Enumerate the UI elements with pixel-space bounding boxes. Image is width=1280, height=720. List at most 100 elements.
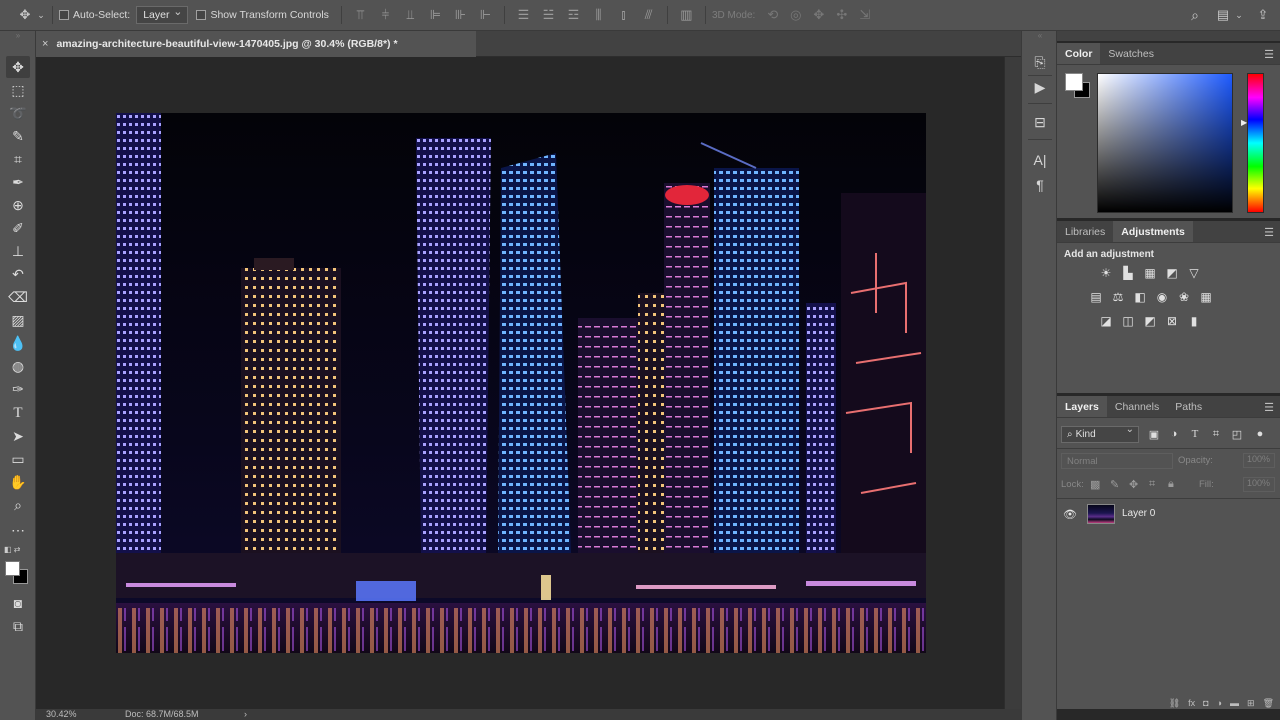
shape-filter-icon[interactable]: ⌗ xyxy=(1207,428,1225,444)
align-right-icon[interactable]: ⊩ xyxy=(473,7,498,23)
distribute-right-icon[interactable]: ⫻ xyxy=(636,7,661,23)
eyedropper-tool-icon[interactable]: ✒ xyxy=(6,171,30,193)
distribute-top-icon[interactable]: ☰ xyxy=(511,7,536,23)
panel-menu-icon[interactable]: ☰ xyxy=(1264,48,1274,61)
swap-colors-icon[interactable]: ◧ ⇄ xyxy=(4,545,20,554)
drag-3d-icon[interactable]: ✥ xyxy=(807,7,830,23)
properties-icon[interactable]: ⊟ xyxy=(1029,111,1051,133)
move-tool-icon[interactable]: ✥ xyxy=(14,4,36,26)
transform-controls-checkbox[interactable] xyxy=(196,10,207,20)
paragraph-icon[interactable]: ¶ xyxy=(1029,174,1051,196)
roll-3d-icon[interactable]: ◎ xyxy=(784,7,807,23)
rectangle-tool-icon[interactable]: ▭ xyxy=(6,448,30,470)
lock-all-icon[interactable]: 🔒︎ xyxy=(1168,478,1174,491)
quick-selection-tool-icon[interactable]: ✎ xyxy=(6,125,30,147)
screen-mode-icon[interactable]: ⧉ xyxy=(6,615,30,637)
selective-color-icon[interactable]: ⊠ xyxy=(1161,311,1183,331)
search-icon[interactable]: ⌕ xyxy=(1184,4,1206,26)
hue-saturation-icon[interactable]: ▤ xyxy=(1085,287,1107,307)
orbit-3d-icon[interactable]: ⟲ xyxy=(761,7,784,23)
levels-icon[interactable]: ▙ xyxy=(1117,263,1139,283)
zoom-level[interactable]: 30.42% xyxy=(46,709,77,719)
brightness-contrast-icon[interactable]: ☀ xyxy=(1095,263,1117,283)
channel-mixer-icon[interactable]: ❀ xyxy=(1173,287,1195,307)
pen-tool-icon[interactable]: ✑ xyxy=(6,378,30,400)
more-tools-icon[interactable]: ⋯ xyxy=(6,519,30,541)
share-icon[interactable]: ⇪ xyxy=(1252,4,1274,26)
panel-grip-icon[interactable]: » xyxy=(0,32,36,40)
opacity-input[interactable]: 100% xyxy=(1243,453,1275,468)
foreground-color-swatch[interactable] xyxy=(1065,73,1083,91)
auto-select-checkbox[interactable] xyxy=(59,10,69,20)
tab-channels[interactable]: Channels xyxy=(1107,396,1167,417)
hand-tool-icon[interactable]: ✋ xyxy=(6,471,30,493)
status-menu-arrow-icon[interactable]: › xyxy=(244,709,247,719)
move-tool-icon[interactable]: ✥ xyxy=(6,56,30,78)
posterize-icon[interactable]: ◫ xyxy=(1117,311,1139,331)
zoom-tool-icon[interactable]: ⌕ xyxy=(6,494,30,516)
photo-filter-icon[interactable]: ◉ xyxy=(1151,287,1173,307)
foreground-color-swatch[interactable] xyxy=(5,561,20,576)
new-group-icon[interactable]: ▬ xyxy=(1230,698,1239,709)
delete-layer-icon[interactable]: 🗑︎ xyxy=(1263,698,1274,709)
smart-object-filter-icon[interactable]: ◰ xyxy=(1228,428,1246,444)
chevron-down-icon[interactable]: ⌄ xyxy=(36,4,46,26)
actions-play-icon[interactable]: ▶ xyxy=(1029,76,1051,98)
chevron-down-icon[interactable]: ⌄ xyxy=(1234,4,1244,26)
scale-3d-icon[interactable]: ⇲ xyxy=(853,7,876,23)
exposure-icon[interactable]: ◩ xyxy=(1161,263,1183,283)
black-white-icon[interactable]: ◧ xyxy=(1129,287,1151,307)
invert-icon[interactable]: ◪ xyxy=(1095,311,1117,331)
add-mask-icon[interactable]: ◘ xyxy=(1203,698,1208,709)
layer-thumbnail[interactable] xyxy=(1087,504,1115,524)
adjustment-filter-icon[interactable]: ◑ xyxy=(1165,428,1183,444)
hue-slider[interactable] xyxy=(1247,73,1264,213)
curves-icon[interactable]: ▦ xyxy=(1139,263,1161,283)
panel-grip-icon[interactable]: « xyxy=(1022,32,1058,40)
panel-menu-icon[interactable]: ☰ xyxy=(1264,226,1274,239)
filter-toggle-icon[interactable]: ● xyxy=(1251,428,1269,444)
pixel-filter-icon[interactable]: ▣ xyxy=(1145,428,1163,444)
close-icon[interactable]: × xyxy=(42,38,48,50)
new-layer-icon[interactable]: ⊞ xyxy=(1247,698,1255,709)
distribute-horizontal-center-icon[interactable]: ⫾ xyxy=(611,7,636,23)
layer-name[interactable]: Layer 0 xyxy=(1122,508,1155,519)
tab-adjustments[interactable]: Adjustments xyxy=(1113,221,1193,242)
panel-menu-icon[interactable]: ☰ xyxy=(1264,401,1274,414)
tab-layers[interactable]: Layers xyxy=(1057,396,1107,417)
align-top-icon[interactable]: ⫪ xyxy=(348,7,373,23)
link-layers-icon[interactable]: ⛓ xyxy=(1169,698,1180,709)
lock-artboard-icon[interactable]: ⌗ xyxy=(1149,478,1155,491)
lock-position-icon[interactable]: ✥ xyxy=(1129,478,1138,491)
threshold-icon[interactable]: ◩ xyxy=(1139,311,1161,331)
history-icon[interactable]: ⎘ xyxy=(1029,51,1051,73)
character-icon[interactable]: A| xyxy=(1029,149,1051,171)
tab-color[interactable]: Color xyxy=(1057,43,1101,64)
new-adjustment-layer-icon[interactable]: ◑ xyxy=(1217,698,1222,709)
vibrance-icon[interactable]: ▽ xyxy=(1183,263,1205,283)
brush-tool-icon[interactable]: ✐ xyxy=(6,217,30,239)
align-bottom-icon[interactable]: ⫫ xyxy=(398,7,423,23)
auto-align-icon[interactable]: ▥ xyxy=(674,7,699,23)
blur-tool-icon[interactable]: 💧 xyxy=(6,332,30,354)
marquee-tool-icon[interactable]: ⬚ xyxy=(6,79,30,101)
vertical-scrollbar[interactable] xyxy=(1004,57,1021,709)
fill-input[interactable]: 100% xyxy=(1243,477,1275,492)
canvas-area[interactable] xyxy=(36,57,1004,709)
lock-transparency-icon[interactable]: ▩ xyxy=(1090,478,1100,491)
tab-paths[interactable]: Paths xyxy=(1167,396,1210,417)
crop-tool-icon[interactable]: ⌗ xyxy=(6,148,30,170)
distribute-vertical-center-icon[interactable]: ☱ xyxy=(536,7,561,23)
slide-3d-icon[interactable]: ✣ xyxy=(830,7,853,23)
workspace-icon[interactable]: ▤ xyxy=(1212,4,1234,26)
layer-row[interactable]: 👁︎ Layer 0 xyxy=(1057,502,1280,527)
image-canvas[interactable] xyxy=(116,113,926,653)
color-field[interactable] xyxy=(1097,73,1233,213)
fg-bg-color-swatches[interactable] xyxy=(1065,73,1091,99)
history-brush-tool-icon[interactable]: ↶ xyxy=(6,263,30,285)
distribute-bottom-icon[interactable]: ☲ xyxy=(561,7,586,23)
distribute-left-icon[interactable]: ⫼ xyxy=(586,7,611,23)
lock-image-icon[interactable]: ✎ xyxy=(1110,478,1119,491)
tab-swatches[interactable]: Swatches xyxy=(1100,43,1162,64)
quick-mask-icon[interactable]: ◙ xyxy=(6,592,30,614)
